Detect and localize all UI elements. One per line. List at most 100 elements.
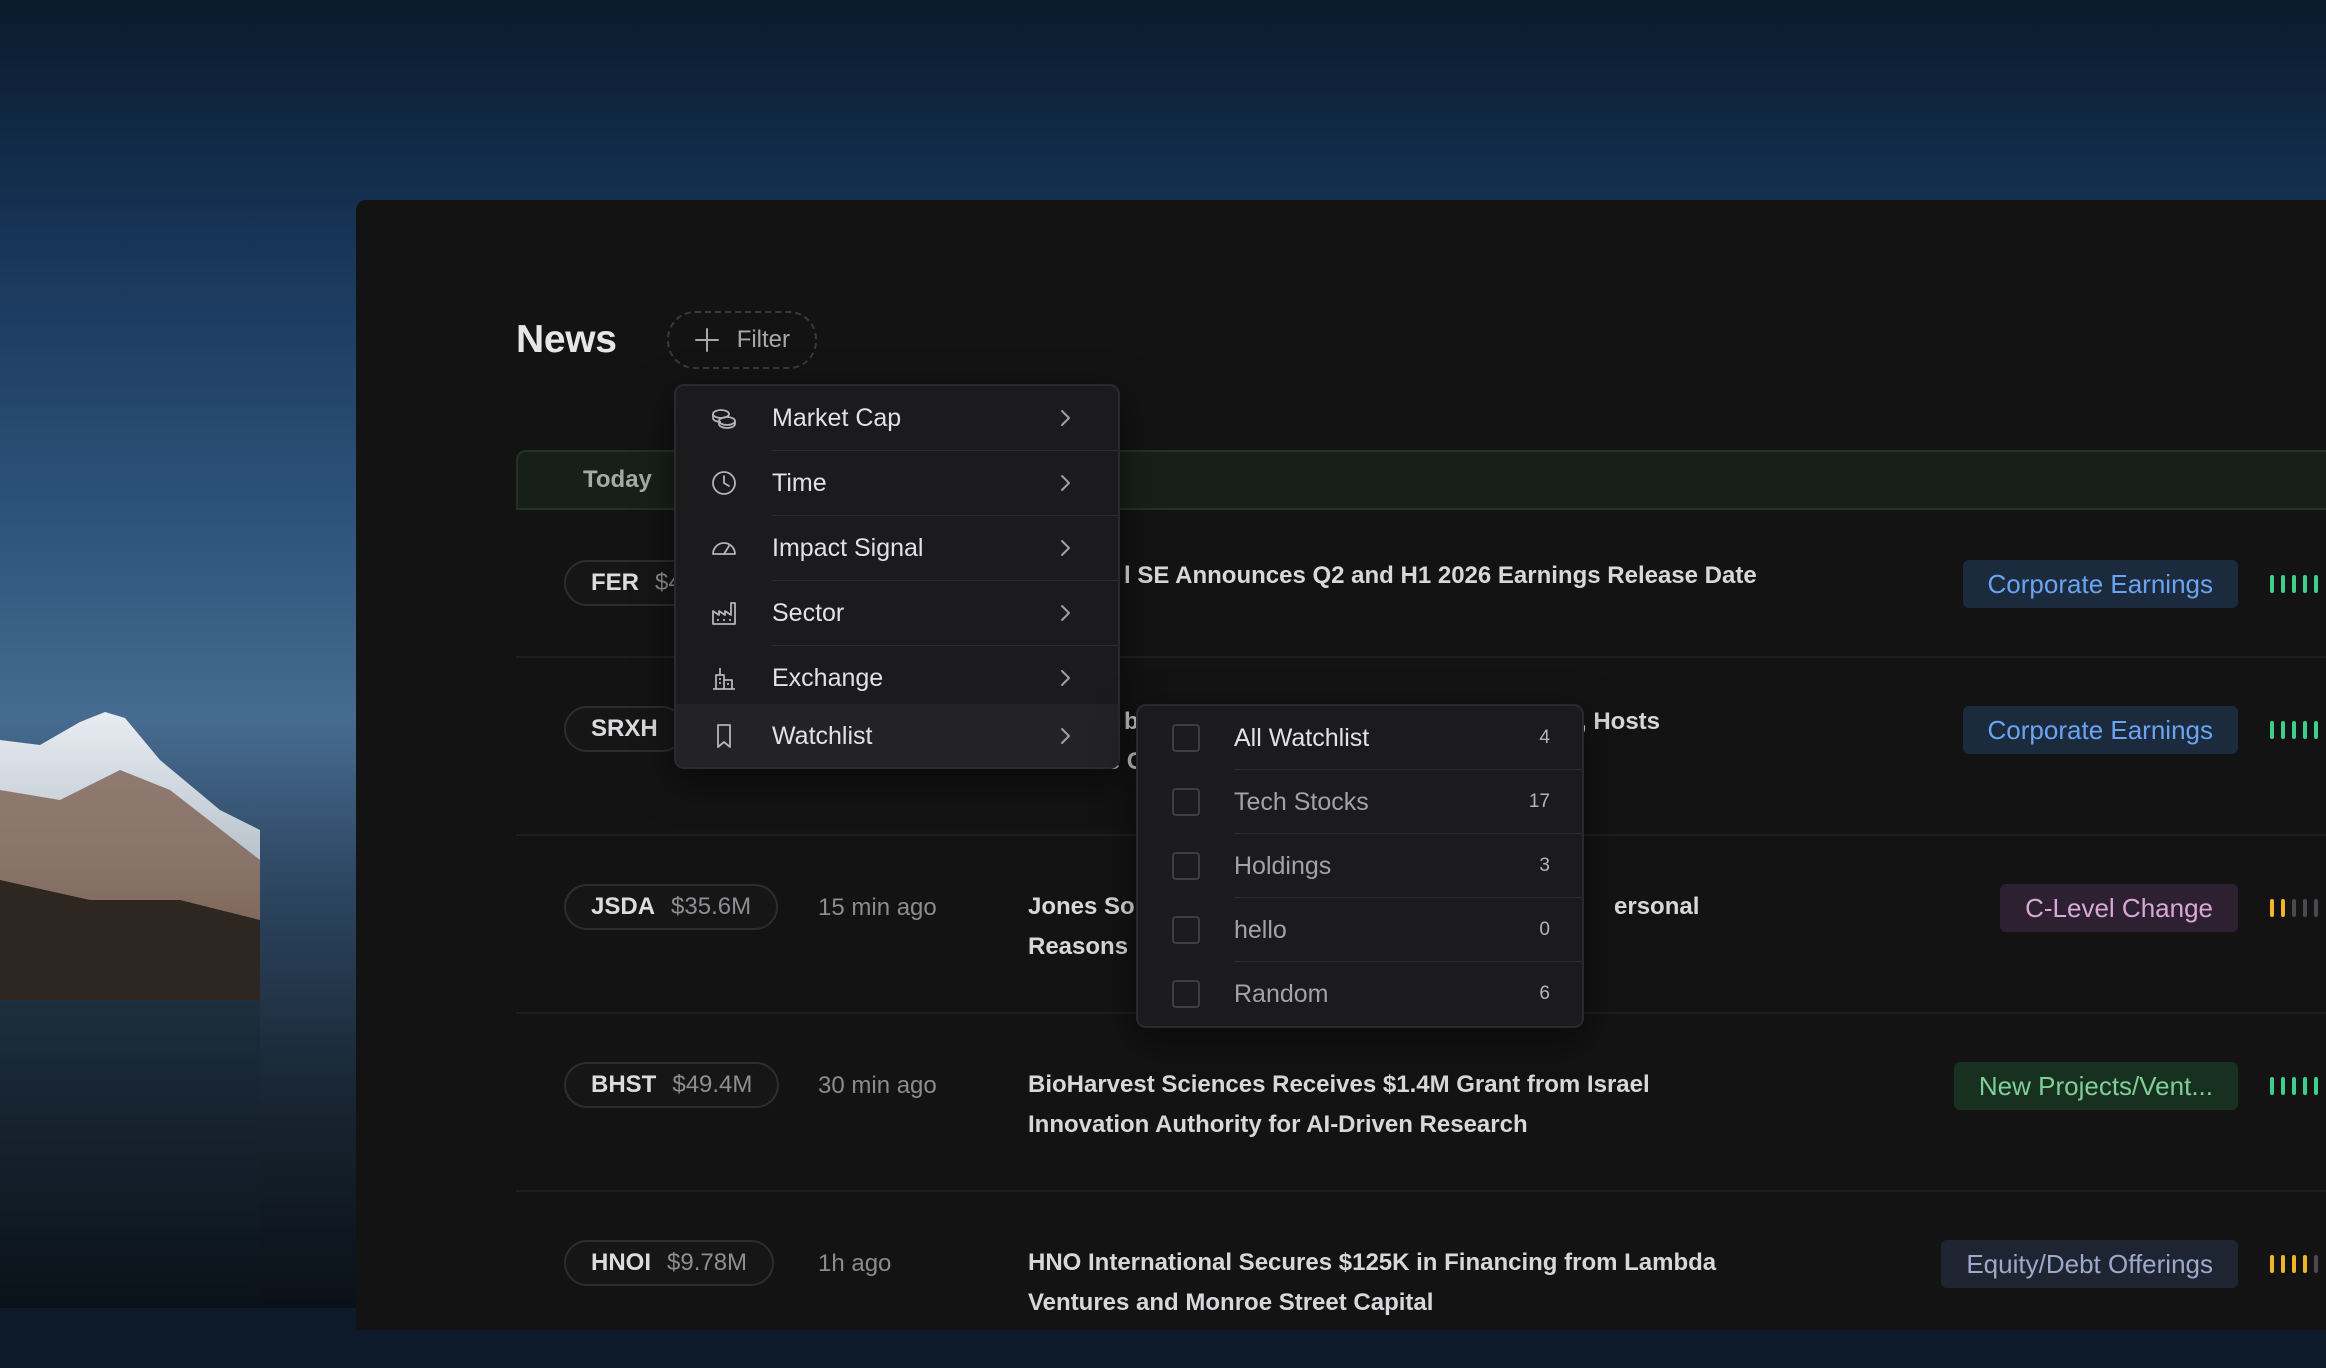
signal-bar — [2303, 575, 2307, 593]
menu-item-time[interactable]: Time — [676, 451, 1118, 515]
watchlist-option-tech-stocks[interactable]: Tech Stocks 17 — [1138, 770, 1582, 834]
ticker-pill[interactable]: SRXH — [564, 706, 685, 752]
checkbox[interactable] — [1172, 724, 1200, 752]
clock-icon — [712, 471, 736, 495]
headline-text-line2: Ventures and Monroe Street Capital — [1028, 1289, 1434, 1316]
signal-bar — [2281, 899, 2285, 917]
header: News Filter — [516, 310, 818, 370]
menu-item-watchlist[interactable]: Watchlist — [676, 704, 1118, 767]
ticker-pill[interactable]: JSDA $35.6M — [564, 884, 779, 930]
ticker-pill[interactable]: HNOI $9.78M — [564, 1240, 775, 1286]
headline-text: HNO International Secures $125K in Finan… — [1028, 1249, 1717, 1276]
signal-bar — [2303, 899, 2307, 917]
headline-text: BioHarvest Sciences Receives $1.4M Grant… — [1028, 1071, 1650, 1098]
menu-item-label: Market Cap — [772, 403, 902, 432]
market-cap: $9.78M — [667, 1249, 748, 1276]
market-cap: $35.6M — [671, 893, 752, 920]
checkbox[interactable] — [1172, 980, 1200, 1008]
table-row[interactable]: BHST $49.4M 30 min ago BioHarvest Scienc… — [516, 1012, 2326, 1192]
watchlist-count: 6 — [1539, 983, 1550, 1004]
watchlist-submenu: All Watchlist 4 Tech Stocks 17 Holdings … — [1136, 704, 1584, 1028]
impact-signal-icon — [2270, 899, 2318, 917]
watchlist-option-all[interactable]: All Watchlist 4 — [1138, 706, 1582, 770]
ticker-symbol: FER — [591, 569, 639, 596]
menu-item-label: Watchlist — [772, 721, 873, 750]
menu-item-exchange[interactable]: Exchange — [676, 646, 1118, 710]
ticker-symbol: HNOI — [591, 1249, 651, 1276]
menu-item-sector[interactable]: Sector — [676, 581, 1118, 645]
signal-bar — [2270, 1077, 2274, 1095]
signal-bar — [2292, 575, 2296, 593]
plus-icon — [694, 328, 719, 352]
watchlist-option-holdings[interactable]: Holdings 3 — [1138, 834, 1582, 898]
menu-item-label: Time — [772, 468, 827, 497]
page-title: News — [516, 318, 617, 361]
chevron-right-icon — [1061, 540, 1070, 556]
signal-bar — [2270, 721, 2274, 739]
signal-bar — [2292, 721, 2296, 739]
menu-item-impact-signal[interactable]: Impact Signal — [676, 516, 1118, 580]
checkbox[interactable] — [1172, 916, 1200, 944]
watchlist-option-label: Holdings — [1234, 851, 1332, 880]
menu-item-label: Exchange — [772, 663, 884, 692]
table-row[interactable]: HNOI $9.78M 1h ago HNO International Sec… — [516, 1190, 2326, 1368]
news-headline[interactable]: BioHarvest Sciences Receives $1.4M Grant… — [1028, 1065, 1748, 1145]
signal-bar — [2270, 1255, 2274, 1273]
chevron-right-icon — [1061, 670, 1070, 686]
headline-text: Jones So — [1028, 893, 1135, 920]
category-tag-label: New Projects/Vent... — [1978, 1070, 2213, 1101]
filter-menu: Market Cap Time Impact Signal Sector Exc… — [674, 384, 1120, 769]
bank-icon — [713, 668, 735, 690]
checkbox[interactable] — [1172, 852, 1200, 880]
headline-text: l SE Announces Q2 and H1 2026 Earnings R… — [1124, 562, 1757, 589]
news-headline[interactable]: l SE Announces Q2 and H1 2026 Earnings R… — [1124, 556, 1884, 596]
signal-bar — [2314, 575, 2318, 593]
news-headline[interactable]: HNO International Secures $125K in Finan… — [1028, 1243, 1748, 1323]
menu-item-label: Impact Signal — [772, 533, 924, 562]
bookmark-icon — [717, 724, 731, 748]
category-tag[interactable]: New Projects/Vent... — [1953, 1062, 2238, 1110]
checkbox[interactable] — [1172, 788, 1200, 816]
chevron-right-icon — [1061, 475, 1070, 491]
watchlist-option-label: Tech Stocks — [1234, 787, 1369, 816]
signal-bar — [2281, 575, 2285, 593]
chevron-right-icon — [1061, 605, 1070, 621]
impact-signal-icon — [2270, 575, 2318, 593]
watchlist-option-hello[interactable]: hello 0 — [1138, 898, 1582, 962]
signal-bar — [2281, 1255, 2285, 1273]
category-tag[interactable]: Equity/Debt Offerings — [1941, 1240, 2238, 1288]
chevron-right-icon — [1061, 728, 1070, 744]
watchlist-count: 4 — [1539, 727, 1550, 748]
signal-bar — [2270, 899, 2274, 917]
time-ago: 1h ago — [818, 1250, 892, 1277]
category-tag[interactable]: C-Level Change — [2000, 884, 2238, 932]
coins-icon — [712, 409, 736, 429]
watchlist-option-label: Random — [1234, 979, 1329, 1008]
category-tag[interactable]: Corporate Earnings — [1962, 560, 2238, 608]
category-tag[interactable]: Corporate Earnings — [1962, 706, 2238, 754]
filter-button[interactable]: Filter — [666, 311, 818, 369]
signal-bar — [2292, 1077, 2296, 1095]
signal-bar — [2281, 721, 2285, 739]
ticker-pill[interactable]: BHST $49.4M — [564, 1062, 780, 1108]
signal-bar — [2314, 1077, 2318, 1095]
signal-bar — [2314, 899, 2318, 917]
impact-signal-icon — [2270, 1077, 2318, 1095]
signal-bar — [2314, 1255, 2318, 1273]
signal-bar — [2292, 1255, 2296, 1273]
filter-button-label: Filter — [736, 326, 791, 353]
signal-bar — [2303, 721, 2307, 739]
category-tag-label: C-Level Change — [2025, 892, 2213, 923]
chevron-right-icon — [1061, 410, 1070, 426]
category-tag-label: Equity/Debt Offerings — [1966, 1248, 2213, 1279]
ticker-symbol: BHST — [591, 1071, 657, 1098]
signal-bar — [2303, 1077, 2307, 1095]
menu-item-market-cap[interactable]: Market Cap — [676, 386, 1118, 450]
market-cap: $49.4M — [672, 1071, 753, 1098]
impact-signal-icon — [2270, 1255, 2318, 1273]
factory-icon — [712, 602, 736, 625]
signal-bar — [2281, 1077, 2285, 1095]
signal-bar — [2303, 1255, 2307, 1273]
watchlist-option-random[interactable]: Random 6 — [1138, 962, 1582, 1026]
category-tag-label: Corporate Earnings — [1987, 568, 2213, 599]
